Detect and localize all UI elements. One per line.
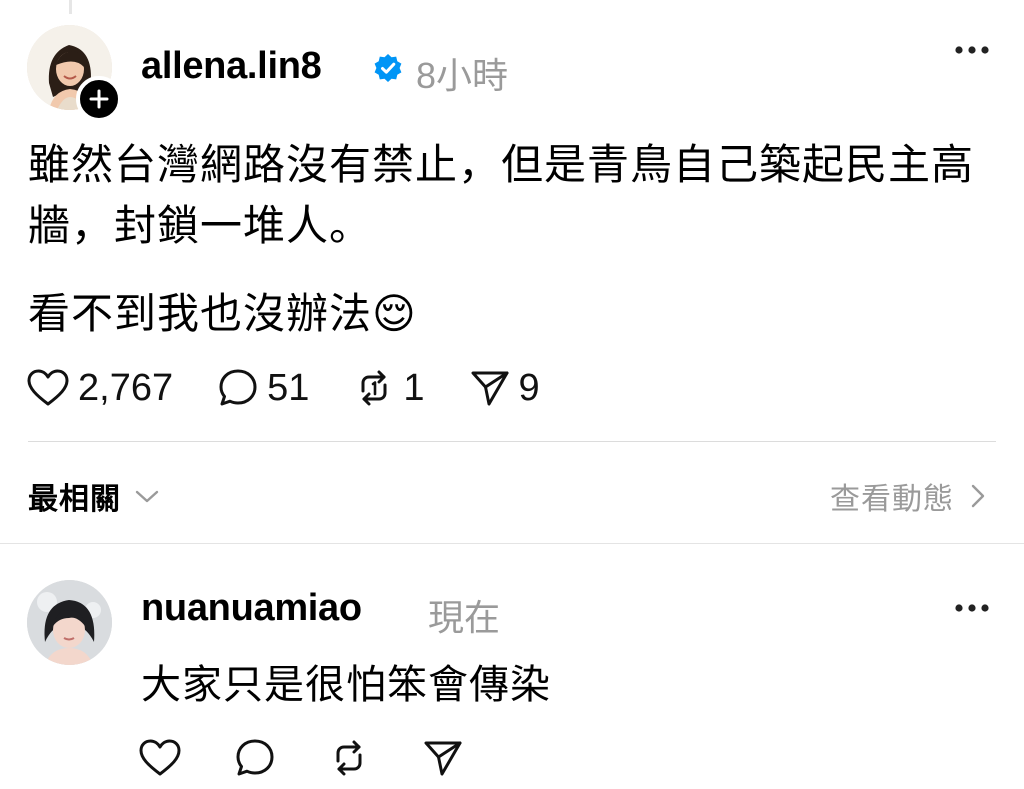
comment-button[interactable]: 51 (217, 367, 309, 410)
send-icon (471, 371, 509, 406)
sort-label: 最相關 (28, 483, 121, 516)
share-button[interactable]: 9 (469, 367, 540, 410)
view-activity-label: 查看動態 (830, 483, 954, 516)
post-text-paragraph-1: 雖然台灣網路沒有禁止，但是青鳥自己築起民主高牆，封鎖一堆人。 (28, 141, 975, 249)
heart-icon (27, 369, 69, 406)
reply-username[interactable]: nuanuamiao (141, 587, 362, 630)
avatar-photo (27, 580, 112, 665)
more-options-icon[interactable] (952, 601, 992, 615)
like-count: 2,767 (78, 366, 174, 409)
sort-dropdown[interactable]: 最相關 (28, 474, 161, 518)
reply-text: 大家只是很怕笨會傳染 (141, 663, 551, 707)
post-text-paragraph-2: 看不到我也沒辦法😌 (28, 290, 417, 337)
like-button[interactable]: 2,767 (26, 367, 173, 410)
share-count: 9 (518, 366, 540, 409)
author-username[interactable]: allena.lin8 (141, 45, 322, 88)
reply-repost-button[interactable] (328, 737, 370, 779)
send-icon (424, 741, 462, 776)
comment-count: 51 (267, 366, 310, 409)
verified-badge-icon (374, 54, 402, 82)
view-activity-link[interactable]: 查看動態 (830, 474, 988, 518)
repost-button[interactable]: 1 (353, 366, 425, 410)
repost-count: 1 (403, 366, 425, 409)
follow-button[interactable] (76, 76, 122, 122)
post-actions: 2,767 51 1 9 (26, 362, 584, 414)
chevron-right-icon (971, 484, 985, 508)
post-timestamp: 8小時 (416, 55, 509, 96)
repost-icon (361, 370, 387, 406)
repost-icon (336, 740, 362, 776)
chevron-down-icon (135, 490, 159, 503)
comment-bubble-icon (236, 739, 274, 776)
plus-icon (89, 89, 109, 109)
more-options-icon[interactable] (952, 43, 992, 57)
divider (28, 441, 996, 442)
reply-timestamp: 現在 (428, 597, 501, 638)
reply-share-button[interactable] (422, 737, 464, 779)
thread-line (69, 0, 72, 14)
reply-author-avatar[interactable] (27, 580, 112, 665)
comment-bubble-icon (219, 369, 257, 406)
reply-comment-button[interactable] (234, 737, 276, 779)
heart-icon (139, 739, 181, 776)
section-divider (0, 543, 1024, 544)
reply-like-button[interactable] (138, 738, 182, 778)
reply-actions (138, 732, 516, 784)
